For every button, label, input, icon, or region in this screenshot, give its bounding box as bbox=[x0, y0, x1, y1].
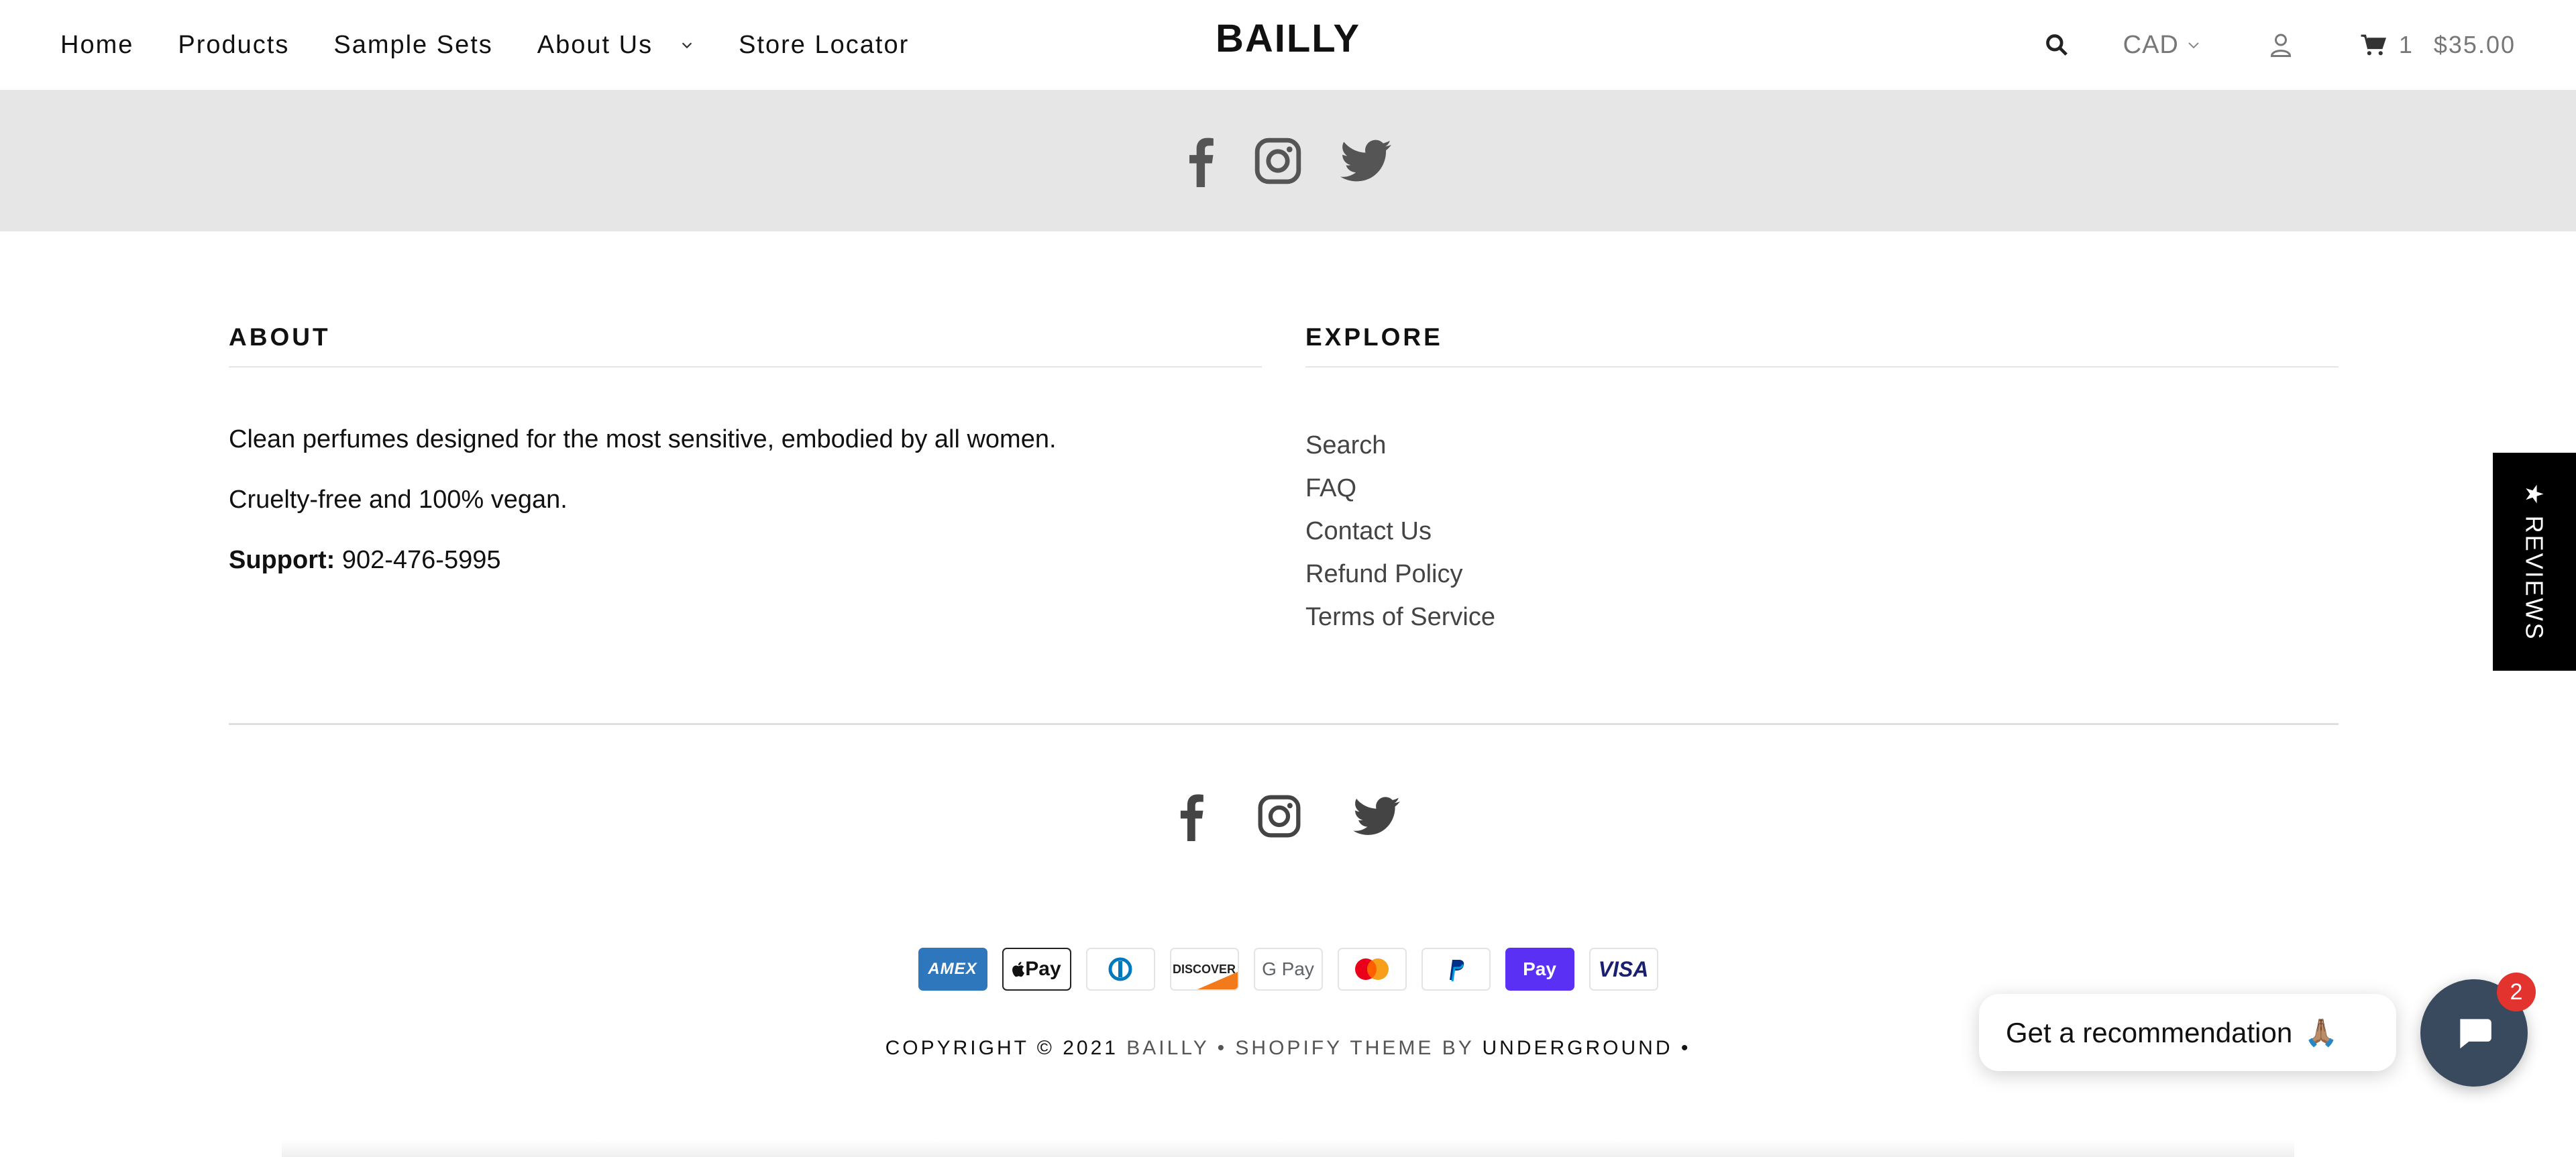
cart-count: 1 bbox=[2398, 31, 2414, 58]
about-column: ABOUT Clean perfumes designed for the mo… bbox=[229, 323, 1262, 605]
cart-icon bbox=[2361, 34, 2386, 56]
google-pay-icon: G Pay bbox=[1253, 948, 1323, 991]
support-line: Support: 902-476-5995 bbox=[229, 545, 1262, 575]
about-line-2: Cruelty-free and 100% vegan. bbox=[229, 486, 568, 514]
instagram-icon bbox=[1254, 137, 1301, 184]
google-pay-label: G Pay bbox=[1262, 958, 1314, 979]
user-icon bbox=[2270, 34, 2291, 57]
page-bottom-shadow bbox=[282, 1140, 2294, 1157]
amex-label: AMEX bbox=[928, 960, 977, 978]
discover-icon: DISCOVER bbox=[1169, 948, 1239, 991]
apple-pay-icon: Pay bbox=[1002, 948, 1071, 991]
mastercard-icon bbox=[1337, 948, 1407, 991]
amex-icon: AMEX bbox=[918, 948, 987, 991]
chat-notification-badge: 2 bbox=[2497, 973, 2536, 1011]
twitter-link[interactable] bbox=[1340, 140, 1391, 182]
support-phone: 902-476-5995 bbox=[335, 546, 501, 574]
reviews-tab-label: ★ REVIEWS bbox=[2521, 482, 2548, 641]
explore-links: Search FAQ Contact Us Refund Policy Term… bbox=[1305, 424, 2339, 639]
copyright-suffix: • bbox=[1672, 1037, 1691, 1059]
visa-icon: VISA bbox=[1589, 948, 1658, 991]
twitter-icon bbox=[1353, 797, 1400, 835]
instagram-icon bbox=[1258, 795, 1301, 838]
site-header: Home Products Sample Sets About Us Store… bbox=[0, 0, 2576, 90]
footer-link-faq[interactable]: FAQ bbox=[1305, 467, 2339, 510]
social-band bbox=[0, 90, 2576, 231]
chat-prompt-bubble[interactable]: Get a recommendation 🙏🏽 bbox=[1979, 994, 2396, 1071]
instagram-link[interactable] bbox=[1253, 136, 1303, 186]
search-icon bbox=[2045, 34, 2068, 56]
facebook-link[interactable] bbox=[1176, 791, 1205, 841]
about-heading: ABOUT bbox=[229, 323, 1262, 368]
visa-label: VISA bbox=[1598, 956, 1649, 981]
account-button[interactable] bbox=[2269, 32, 2293, 58]
facebook-icon bbox=[1180, 794, 1203, 841]
explore-heading: EXPLORE bbox=[1305, 323, 2339, 368]
chat-icon bbox=[2460, 1019, 2491, 1049]
footer-social-row bbox=[0, 791, 2576, 841]
facebook-link[interactable] bbox=[1185, 135, 1216, 187]
chevron-down-icon bbox=[2188, 42, 2199, 49]
explore-column: EXPLORE Search FAQ Contact Us Refund Pol… bbox=[1305, 323, 2339, 639]
cart-button[interactable]: 1 $35.00 bbox=[2360, 31, 2516, 59]
footer-link-search[interactable]: Search bbox=[1305, 424, 2339, 467]
theme-author-link[interactable]: UNDERGROUND bbox=[1483, 1037, 1673, 1059]
chat-prompt-text: Get a recommendation bbox=[2006, 1016, 2293, 1048]
about-line-1: Clean perfumes designed for the most sen… bbox=[229, 425, 1057, 453]
about-text: Clean perfumes designed for the most sen… bbox=[229, 424, 1262, 575]
apple-pay-label: Pay bbox=[1025, 958, 1061, 980]
currency-selector[interactable]: CAD bbox=[2123, 31, 2202, 60]
reviews-tab[interactable]: ★ REVIEWS bbox=[2493, 453, 2576, 671]
footer-divider bbox=[229, 723, 2339, 725]
copyright-prefix: COPYRIGHT © 2021 bbox=[885, 1037, 1127, 1059]
payment-icons: AMEX Pay DISCOVER G Pay Pay VISA bbox=[0, 948, 2576, 991]
paypal-icon bbox=[1421, 948, 1491, 991]
footer-link-contact-us[interactable]: Contact Us bbox=[1305, 510, 2339, 553]
support-label: Support: bbox=[229, 546, 335, 574]
twitter-icon bbox=[1340, 140, 1391, 181]
twitter-link[interactable] bbox=[1353, 791, 1400, 841]
apple-logo-icon bbox=[1012, 962, 1025, 977]
currency-value: CAD bbox=[2123, 30, 2179, 59]
copyright-theme-text: • SHOPIFY THEME BY bbox=[1209, 1037, 1483, 1059]
footer-link-refund-policy[interactable]: Refund Policy bbox=[1305, 553, 2339, 596]
diners-club-icon bbox=[1085, 948, 1155, 991]
shop-pay-icon: Pay bbox=[1505, 948, 1574, 991]
instagram-link[interactable] bbox=[1256, 791, 1302, 841]
copyright-brand-link[interactable]: BAILLY bbox=[1126, 1037, 1209, 1059]
pray-emoji-icon: 🙏🏽 bbox=[2304, 1018, 2339, 1048]
facebook-icon bbox=[1189, 137, 1214, 187]
cart-total: $35.00 bbox=[2433, 31, 2516, 58]
shop-pay-label: Pay bbox=[1523, 958, 1556, 979]
header-actions: CAD 1 $35.00 bbox=[2044, 0, 2516, 90]
footer-link-terms-of-service[interactable]: Terms of Service bbox=[1305, 596, 2339, 639]
search-button[interactable] bbox=[2044, 32, 2070, 58]
